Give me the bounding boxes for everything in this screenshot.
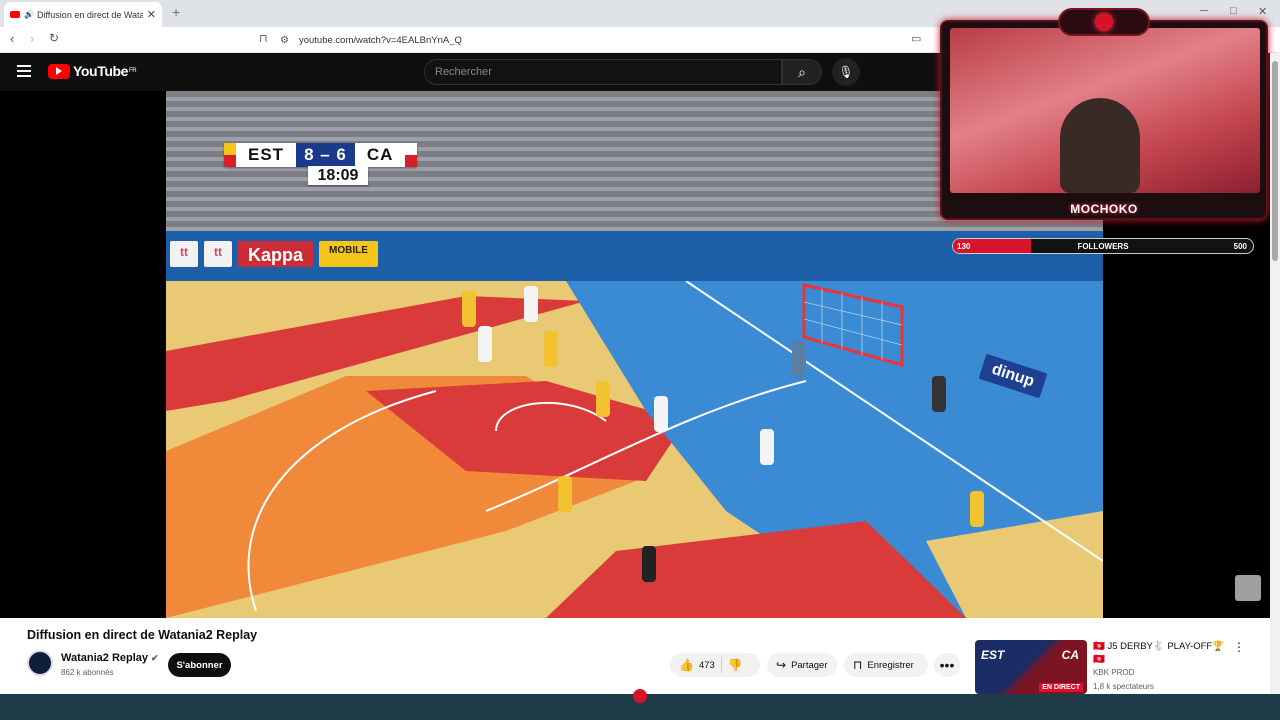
court-advertising: tt tt Kappa MOBILE: [166, 231, 378, 277]
score: 8 – 6: [296, 143, 355, 167]
webcam-frame: [940, 20, 1268, 220]
scrollbar-thumb[interactable]: [1272, 61, 1278, 261]
streamer-name: MOCHOKO: [1070, 202, 1138, 216]
speaker-icon: 🔊: [24, 10, 34, 19]
site-info-icon[interactable]: ⚙: [280, 35, 289, 46]
player-yellow: [558, 476, 572, 512]
player-white: [524, 286, 538, 322]
save-label: Enregistrer: [867, 659, 914, 671]
followers-label: FOLLOWERS: [1077, 241, 1129, 251]
dislike-icon[interactable]: 👎: [728, 658, 743, 672]
player-yellow: [596, 381, 610, 417]
video-title: Diffusion en direct de Watania2 Replay: [27, 628, 258, 642]
back-icon[interactable]: ‹: [10, 31, 14, 46]
player-yellow: [544, 331, 558, 367]
share-label: Partager: [791, 659, 828, 671]
more-actions-button[interactable]: •••: [934, 653, 960, 677]
webcam-video: [950, 28, 1260, 193]
like-dislike-group: 👍 473 👎: [670, 653, 760, 677]
taskbar-app-icon[interactable]: [633, 689, 647, 703]
player-yellow: [462, 291, 476, 327]
official: [642, 546, 656, 582]
followers-goal: 500: [1233, 241, 1247, 251]
goalkeeper: [792, 341, 806, 377]
thumb-team-right: CA: [1061, 648, 1079, 662]
channel-watermark-icon[interactable]: [1235, 575, 1261, 601]
browser-tab[interactable]: 🔊 Diffusion en direct de Watania2 Replay…: [4, 2, 162, 27]
region-code: FR: [129, 68, 137, 74]
video-info: Diffusion en direct de Watania2 Replay W…: [0, 618, 1270, 694]
player-white: [478, 326, 492, 362]
bookmark-save-icon: ⊓: [853, 658, 863, 672]
channel-name-text: Watania2 Replay: [61, 652, 149, 664]
team2-name: CA: [366, 145, 394, 164]
recommended-title[interactable]: 🇹🇳 J5 DERBY🐇 PLAY-OFF🏆🇹🇳 #esperance_spor…: [1093, 640, 1233, 666]
reload-icon[interactable]: ↻: [49, 31, 59, 45]
youtube-logo-text: YouTube: [73, 63, 129, 79]
team1-colors: [224, 143, 236, 167]
cast-icon[interactable]: ▭: [911, 32, 921, 45]
scoreboard: EST 8 – 6 CA: [224, 143, 418, 167]
player-yellow: [970, 491, 984, 527]
url-field[interactable]: ⚙ youtube.com/watch?v=4EALBnYnA_Q: [280, 31, 920, 49]
ad-mobile: MOBILE: [319, 241, 378, 267]
recommended-views: 1,8 k spectateurs: [1093, 682, 1154, 691]
like-divider: [720, 657, 722, 673]
share-icon: ↪: [776, 658, 787, 672]
search-icon: ⌕: [798, 63, 806, 80]
record-icon: [1095, 13, 1113, 31]
team2-colors: [405, 143, 418, 167]
channel-name[interactable]: Watania2 Replay ✔: [61, 652, 159, 664]
recommended-channel[interactable]: KBK PROD: [1093, 668, 1134, 677]
game-clock: 18:09: [308, 166, 368, 185]
handball-goal: [802, 283, 904, 367]
voice-search-button[interactable]: 🎙: [832, 58, 860, 86]
like-icon[interactable]: 👍: [679, 658, 694, 672]
subscriber-count: 862 k abonnés: [61, 668, 114, 677]
close-tab-icon[interactable]: ✕: [147, 8, 156, 21]
verified-icon: ✔: [151, 653, 159, 663]
recommended-thumbnail[interactable]: EST CA EN DIRECT: [975, 640, 1087, 694]
search-input[interactable]: Rechercher: [424, 59, 782, 85]
ad-kappa: Kappa: [238, 241, 314, 267]
recommended-more-icon[interactable]: ⋮: [1233, 640, 1245, 654]
save-button[interactable]: ⊓ Enregistrer: [844, 653, 928, 677]
hamburger-menu-icon[interactable]: [17, 65, 31, 77]
team1-name: EST: [248, 145, 285, 164]
url-text: youtube.com/watch?v=4EALBnYnA_Q: [298, 34, 462, 46]
ad-tt: tt: [170, 241, 198, 267]
player-white: [760, 429, 774, 465]
referee: [932, 376, 946, 412]
live-badge: EN DIRECT: [1039, 683, 1083, 692]
bookmark-icon[interactable]: ⊓: [259, 32, 268, 45]
handball-court: [166, 281, 1103, 618]
webcam-top-badge: [1058, 8, 1150, 36]
forward-icon[interactable]: ›: [30, 31, 34, 46]
followers-goal-bar: 130 FOLLOWERS 500: [952, 238, 1254, 254]
youtube-play-icon: [48, 63, 70, 79]
page-scrollbar[interactable]: [1270, 53, 1280, 694]
streamer-figure: [1060, 98, 1140, 193]
share-button[interactable]: ↪ Partager: [767, 653, 837, 677]
ad-tt-2: tt: [204, 241, 232, 267]
channel-avatar[interactable]: [27, 650, 53, 676]
subscribe-button[interactable]: S'abonner: [168, 653, 231, 677]
youtube-logo[interactable]: YouTube FR: [48, 63, 137, 79]
more-icon: •••: [939, 657, 955, 673]
thumb-team-left: EST: [981, 648, 1005, 662]
search-button[interactable]: ⌕: [782, 59, 822, 85]
microphone-icon: 🎙: [838, 65, 854, 79]
taskbar: [0, 689, 1280, 720]
like-count[interactable]: 473: [699, 660, 715, 671]
player-white: [654, 396, 668, 432]
streamer-webcam-overlay: MOCHOKO 130 FOLLOWERS 500: [940, 8, 1268, 260]
tab-title: Diffusion en direct de Watania2 Replay: [36, 9, 143, 20]
new-tab-icon[interactable]: +: [172, 4, 180, 20]
youtube-favicon-icon: [10, 11, 20, 18]
